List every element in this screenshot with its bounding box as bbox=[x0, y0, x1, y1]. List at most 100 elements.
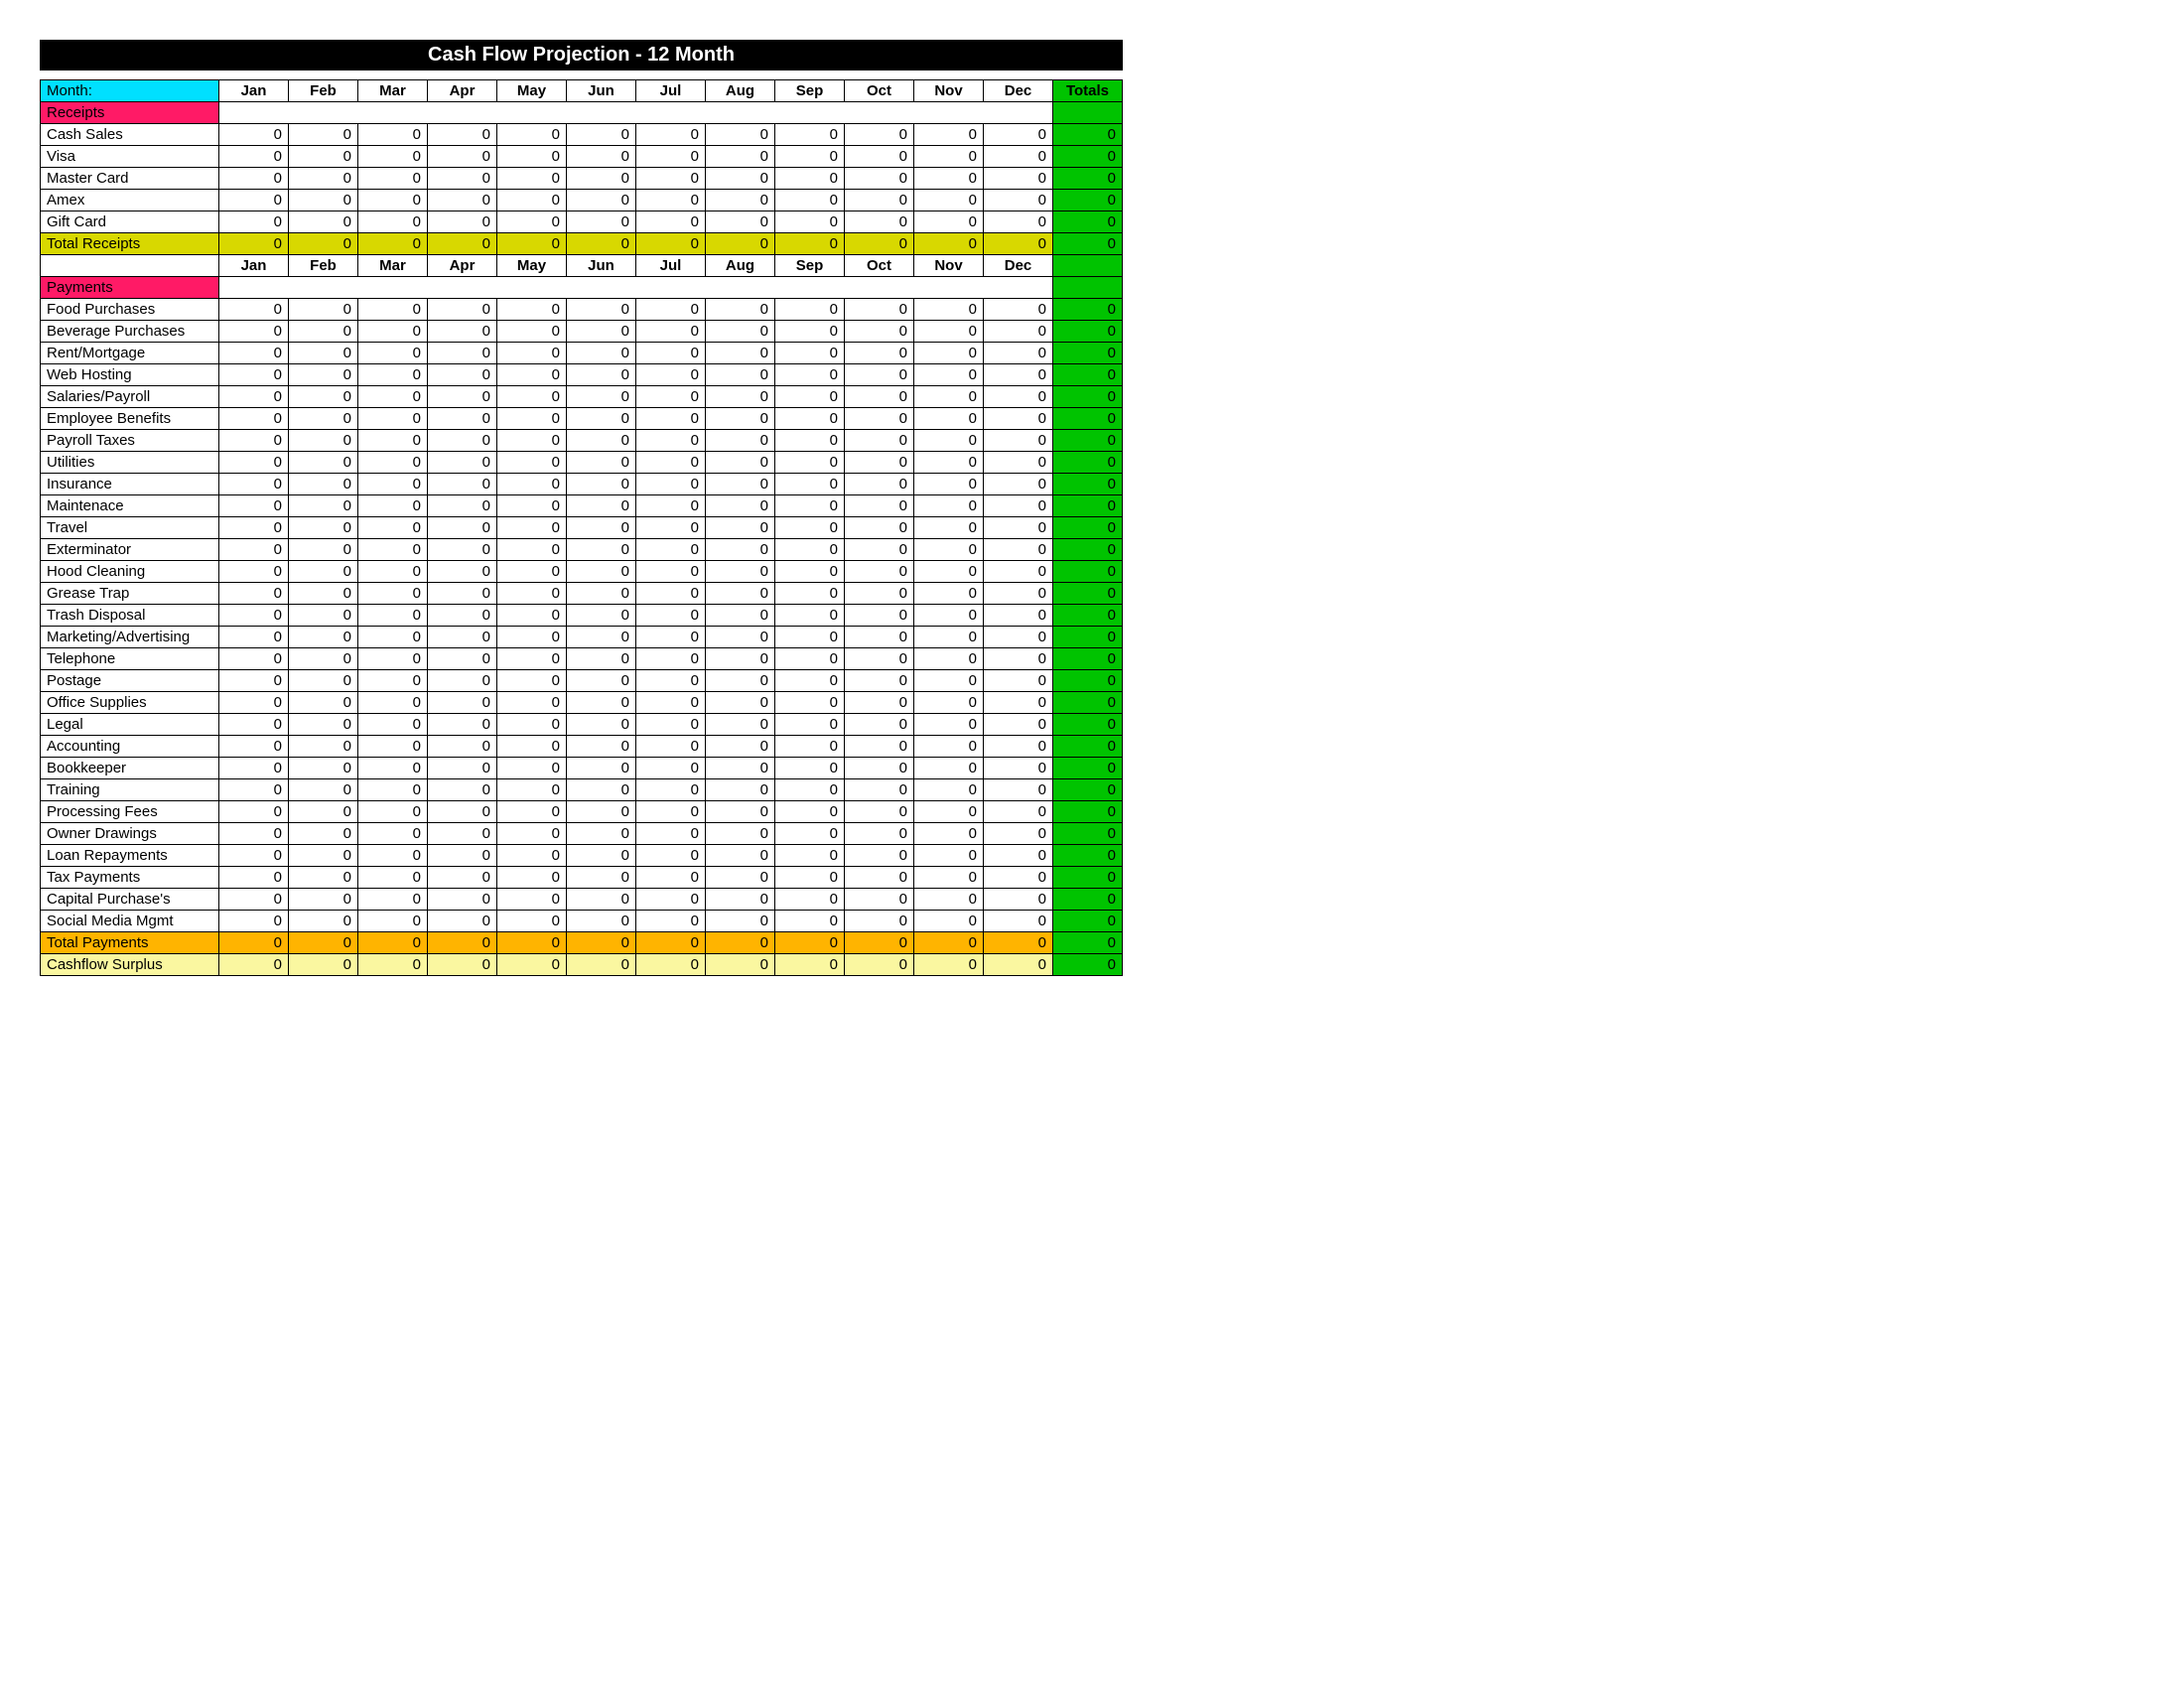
payments-item-value[interactable]: 0 bbox=[914, 845, 984, 867]
payments-item-value[interactable]: 0 bbox=[636, 605, 706, 627]
payments-item-value[interactable]: 0 bbox=[428, 321, 497, 343]
payments-item-value[interactable]: 0 bbox=[914, 736, 984, 758]
payments-item-value[interactable]: 0 bbox=[636, 539, 706, 561]
payments-item-value[interactable]: 0 bbox=[567, 605, 636, 627]
payments-item-value[interactable]: 0 bbox=[706, 670, 775, 692]
payments-item-value[interactable]: 0 bbox=[775, 561, 845, 583]
payments-item-value[interactable]: 0 bbox=[567, 911, 636, 932]
payments-item-value[interactable]: 0 bbox=[706, 736, 775, 758]
payments-item-value[interactable]: 0 bbox=[636, 321, 706, 343]
payments-item-value[interactable]: 0 bbox=[706, 627, 775, 648]
payments-item-value[interactable]: 0 bbox=[567, 343, 636, 364]
receipts-item-value[interactable]: 0 bbox=[636, 168, 706, 190]
payments-item-value[interactable]: 0 bbox=[636, 474, 706, 495]
payments-item-value[interactable]: 0 bbox=[219, 627, 289, 648]
payments-item-value[interactable]: 0 bbox=[428, 911, 497, 932]
payments-item-value[interactable]: 0 bbox=[567, 736, 636, 758]
payments-item-value[interactable]: 0 bbox=[845, 867, 914, 889]
payments-item-value[interactable]: 0 bbox=[567, 692, 636, 714]
payments-item-value[interactable]: 0 bbox=[984, 714, 1053, 736]
payments-item-value[interactable]: 0 bbox=[358, 845, 428, 867]
payments-item-value[interactable]: 0 bbox=[636, 779, 706, 801]
payments-item-value[interactable]: 0 bbox=[984, 627, 1053, 648]
payments-item-value[interactable]: 0 bbox=[428, 539, 497, 561]
payments-item-value[interactable]: 0 bbox=[497, 779, 567, 801]
payments-item-value[interactable]: 0 bbox=[428, 364, 497, 386]
payments-item-value[interactable]: 0 bbox=[914, 495, 984, 517]
payments-item-value[interactable]: 0 bbox=[775, 299, 845, 321]
receipts-item-value[interactable]: 0 bbox=[567, 211, 636, 233]
payments-item-value[interactable]: 0 bbox=[219, 474, 289, 495]
payments-item-value[interactable]: 0 bbox=[984, 823, 1053, 845]
payments-item-value[interactable]: 0 bbox=[636, 583, 706, 605]
payments-item-value[interactable]: 0 bbox=[636, 386, 706, 408]
receipts-item-value[interactable]: 0 bbox=[984, 168, 1053, 190]
receipts-item-value[interactable]: 0 bbox=[567, 168, 636, 190]
payments-item-value[interactable]: 0 bbox=[636, 627, 706, 648]
payments-item-value[interactable]: 0 bbox=[567, 299, 636, 321]
receipts-item-value[interactable]: 0 bbox=[914, 124, 984, 146]
payments-item-value[interactable]: 0 bbox=[289, 758, 358, 779]
payments-item-value[interactable]: 0 bbox=[636, 889, 706, 911]
payments-item-value[interactable]: 0 bbox=[845, 474, 914, 495]
payments-item-value[interactable]: 0 bbox=[289, 692, 358, 714]
payments-item-value[interactable]: 0 bbox=[775, 583, 845, 605]
payments-item-value[interactable]: 0 bbox=[219, 343, 289, 364]
payments-item-value[interactable]: 0 bbox=[845, 801, 914, 823]
payments-item-value[interactable]: 0 bbox=[358, 430, 428, 452]
receipts-item-value[interactable]: 0 bbox=[289, 168, 358, 190]
receipts-item-value[interactable]: 0 bbox=[567, 146, 636, 168]
receipts-item-value[interactable]: 0 bbox=[289, 124, 358, 146]
payments-item-value[interactable]: 0 bbox=[358, 605, 428, 627]
payments-item-value[interactable]: 0 bbox=[289, 474, 358, 495]
payments-item-value[interactable]: 0 bbox=[845, 364, 914, 386]
payments-item-value[interactable]: 0 bbox=[428, 845, 497, 867]
payments-item-value[interactable]: 0 bbox=[775, 605, 845, 627]
payments-item-value[interactable]: 0 bbox=[845, 779, 914, 801]
receipts-item-value[interactable]: 0 bbox=[775, 168, 845, 190]
receipts-item-value[interactable]: 0 bbox=[358, 124, 428, 146]
receipts-item-value[interactable]: 0 bbox=[775, 124, 845, 146]
payments-item-value[interactable]: 0 bbox=[219, 430, 289, 452]
payments-item-value[interactable]: 0 bbox=[706, 583, 775, 605]
payments-item-value[interactable]: 0 bbox=[984, 779, 1053, 801]
payments-item-value[interactable]: 0 bbox=[497, 495, 567, 517]
payments-item-value[interactable]: 0 bbox=[567, 539, 636, 561]
payments-item-value[interactable]: 0 bbox=[358, 889, 428, 911]
payments-item-value[interactable]: 0 bbox=[358, 779, 428, 801]
payments-item-value[interactable]: 0 bbox=[775, 648, 845, 670]
payments-item-value[interactable]: 0 bbox=[289, 430, 358, 452]
payments-item-value[interactable]: 0 bbox=[706, 539, 775, 561]
payments-item-value[interactable]: 0 bbox=[636, 911, 706, 932]
payments-item-value[interactable]: 0 bbox=[914, 343, 984, 364]
payments-item-value[interactable]: 0 bbox=[497, 845, 567, 867]
receipts-item-value[interactable]: 0 bbox=[706, 168, 775, 190]
payments-item-value[interactable]: 0 bbox=[497, 299, 567, 321]
payments-item-value[interactable]: 0 bbox=[984, 648, 1053, 670]
receipts-item-value[interactable]: 0 bbox=[497, 124, 567, 146]
payments-item-value[interactable]: 0 bbox=[219, 889, 289, 911]
payments-item-value[interactable]: 0 bbox=[567, 801, 636, 823]
payments-item-value[interactable]: 0 bbox=[219, 779, 289, 801]
payments-item-value[interactable]: 0 bbox=[775, 452, 845, 474]
payments-item-value[interactable]: 0 bbox=[914, 867, 984, 889]
payments-item-value[interactable]: 0 bbox=[358, 343, 428, 364]
payments-item-value[interactable]: 0 bbox=[358, 692, 428, 714]
payments-item-value[interactable]: 0 bbox=[914, 670, 984, 692]
payments-item-value[interactable]: 0 bbox=[706, 648, 775, 670]
payments-item-value[interactable]: 0 bbox=[358, 867, 428, 889]
payments-item-value[interactable]: 0 bbox=[497, 583, 567, 605]
payments-item-value[interactable]: 0 bbox=[358, 408, 428, 430]
payments-item-value[interactable]: 0 bbox=[914, 430, 984, 452]
receipts-item-value[interactable]: 0 bbox=[428, 146, 497, 168]
receipts-item-value[interactable]: 0 bbox=[914, 168, 984, 190]
payments-item-value[interactable]: 0 bbox=[636, 714, 706, 736]
receipts-item-value[interactable]: 0 bbox=[497, 190, 567, 211]
payments-item-value[interactable]: 0 bbox=[289, 561, 358, 583]
payments-item-value[interactable]: 0 bbox=[358, 627, 428, 648]
payments-item-value[interactable]: 0 bbox=[636, 867, 706, 889]
receipts-item-value[interactable]: 0 bbox=[984, 211, 1053, 233]
payments-item-value[interactable]: 0 bbox=[289, 911, 358, 932]
payments-item-value[interactable]: 0 bbox=[289, 452, 358, 474]
payments-item-value[interactable]: 0 bbox=[775, 517, 845, 539]
